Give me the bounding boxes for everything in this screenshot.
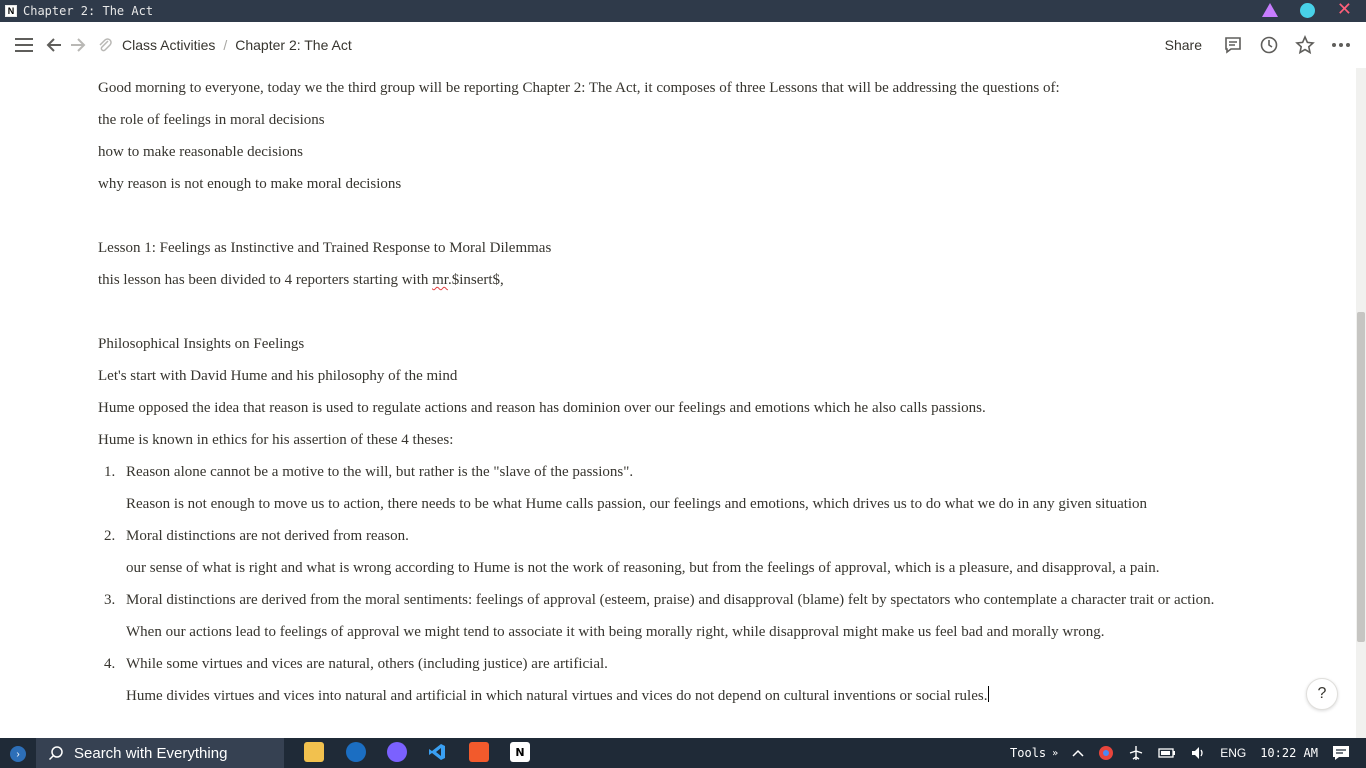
paperclip-icon bbox=[97, 36, 113, 54]
thesis-text[interactable]: Moral distinctions are not derived from … bbox=[126, 524, 1258, 548]
thesis-list-item[interactable]: 4. While some virtues and vices are natur… bbox=[98, 652, 1258, 684]
thesis-note[interactable]: When our actions lead to feelings of app… bbox=[98, 620, 1258, 652]
system-tray: Tools » ENG 10:22 AM bbox=[1010, 738, 1366, 768]
search-icon bbox=[48, 746, 63, 761]
lesson-note-suffix: .$insert$, bbox=[447, 272, 504, 288]
thesis-list-item[interactable]: 3. Moral distinctions are derived from th… bbox=[98, 588, 1258, 620]
question-item[interactable]: the role of feelings in moral decisions bbox=[98, 108, 1258, 140]
page-content[interactable]: Good morning to everyone, today we the t… bbox=[98, 76, 1258, 716]
tools-toolbar-label[interactable]: Tools » bbox=[1010, 746, 1058, 760]
list-number: 2. bbox=[104, 528, 116, 544]
share-button[interactable]: Share bbox=[1165, 37, 1202, 53]
thesis-note-text[interactable]: Hume divides virtues and vices into natu… bbox=[126, 688, 987, 704]
taskbar-search-box[interactable]: Search with Everything bbox=[36, 738, 284, 768]
hume-intro-paragraph[interactable]: Let's start with David Hume and his phil… bbox=[98, 364, 1258, 396]
notifications-icon[interactable] bbox=[1332, 745, 1350, 761]
ellipsis-icon[interactable] bbox=[1330, 34, 1352, 56]
thesis-list-item[interactable]: 1. Reason alone cannot be a motive to the… bbox=[98, 460, 1258, 492]
thesis-list-item[interactable]: 2. Moral distinctions are not derived fro… bbox=[98, 524, 1258, 556]
file-explorer-icon[interactable] bbox=[304, 742, 324, 762]
breadcrumb-item-current-page[interactable]: Chapter 2: The Act bbox=[235, 37, 351, 53]
star-icon[interactable] bbox=[1294, 34, 1316, 56]
help-button[interactable]: ? bbox=[1306, 678, 1338, 710]
hume-theses-intro[interactable]: Hume is known in ethics for his assertio… bbox=[98, 428, 1258, 460]
section-title[interactable]: Philosophical Insights on Feelings bbox=[98, 332, 1258, 364]
battery-icon[interactable] bbox=[1158, 747, 1176, 759]
empty-block[interactable] bbox=[98, 204, 1258, 236]
clock-icon[interactable] bbox=[1258, 34, 1280, 56]
lesson-note-prefix: this lesson has been divided to 4 report… bbox=[98, 272, 433, 288]
volume-icon[interactable] bbox=[1190, 745, 1206, 761]
close-button[interactable]: ✕ bbox=[1337, 1, 1352, 19]
thesis-note[interactable]: Hume divides virtues and vices into natu… bbox=[98, 684, 1258, 716]
breadcrumb-separator: / bbox=[223, 37, 228, 53]
messenger-icon[interactable] bbox=[387, 742, 407, 762]
notion-app-icon[interactable]: N bbox=[510, 742, 530, 762]
breadcrumb-item-class-activities[interactable]: Class Activities bbox=[122, 37, 215, 53]
clock-time[interactable]: 10:22 AM bbox=[1260, 746, 1318, 760]
chrome-tray-icon[interactable] bbox=[1098, 745, 1114, 761]
notion-logo-icon: N bbox=[5, 5, 17, 17]
thesis-note[interactable]: Reason is not enough to move us to actio… bbox=[98, 492, 1258, 524]
list-number: 3. bbox=[104, 592, 116, 608]
page-topbar: Class Activities / Chapter 2: The Act Sh… bbox=[0, 22, 1366, 68]
empty-block[interactable] bbox=[98, 300, 1258, 332]
scrollbar-thumb[interactable] bbox=[1357, 312, 1365, 642]
window-title: Chapter 2: The Act bbox=[23, 4, 154, 18]
window-controls: ✕ bbox=[1261, 1, 1352, 19]
tools-chevron-icon[interactable]: » bbox=[1052, 748, 1058, 759]
hume-opposed-paragraph[interactable]: Hume opposed the idea that reason is use… bbox=[98, 396, 1258, 428]
windows-taskbar: › Search with Everything N Tools » ENG 10… bbox=[0, 738, 1366, 768]
lesson-title[interactable]: Lesson 1: Feelings as Instinctive and Tr… bbox=[98, 236, 1258, 268]
question-item[interactable]: how to make reasonable decisions bbox=[98, 140, 1258, 172]
question-item[interactable]: why reason is not enough to make moral d… bbox=[98, 172, 1258, 204]
thesis-text[interactable]: While some virtues and vices are natural… bbox=[126, 652, 1258, 676]
brave-browser-icon[interactable] bbox=[469, 742, 489, 762]
spellcheck-misspelled-word[interactable]: mr bbox=[432, 272, 448, 288]
maximize-button[interactable] bbox=[1299, 2, 1315, 18]
arrow-right-icon[interactable] bbox=[68, 35, 88, 55]
vscode-icon[interactable] bbox=[427, 742, 447, 762]
browser-icon[interactable] bbox=[346, 742, 366, 762]
thesis-note[interactable]: our sense of what is right and what is w… bbox=[98, 556, 1258, 588]
topbar-actions: Share bbox=[1165, 34, 1352, 56]
airplane-mode-icon[interactable] bbox=[1128, 745, 1144, 761]
comment-icon[interactable] bbox=[1222, 34, 1244, 56]
chevron-up-icon[interactable] bbox=[1072, 749, 1084, 757]
arrow-left-icon[interactable] bbox=[44, 35, 64, 55]
language-indicator[interactable]: ENG bbox=[1220, 746, 1246, 760]
taskbar-search-label: Search with Everything bbox=[74, 744, 228, 762]
list-number: 1. bbox=[104, 464, 116, 480]
hamburger-icon[interactable] bbox=[14, 36, 34, 54]
tools-label-text: Tools bbox=[1010, 746, 1047, 760]
window-titlebar: N Chapter 2: The Act ✕ bbox=[0, 0, 1366, 22]
lesson-note[interactable]: this lesson has been divided to 4 report… bbox=[98, 268, 1258, 300]
breadcrumb: Class Activities / Chapter 2: The Act bbox=[122, 37, 352, 53]
thesis-text[interactable]: Reason alone cannot be a motive to the w… bbox=[126, 460, 1258, 484]
text-cursor bbox=[988, 686, 990, 702]
minimize-button[interactable] bbox=[1261, 3, 1278, 17]
list-number: 4. bbox=[104, 656, 116, 672]
thesis-text[interactable]: Moral distinctions are derived from the … bbox=[126, 588, 1258, 612]
intro-paragraph[interactable]: Good morning to everyone, today we the t… bbox=[98, 76, 1258, 108]
start-icon[interactable]: › bbox=[10, 746, 26, 762]
